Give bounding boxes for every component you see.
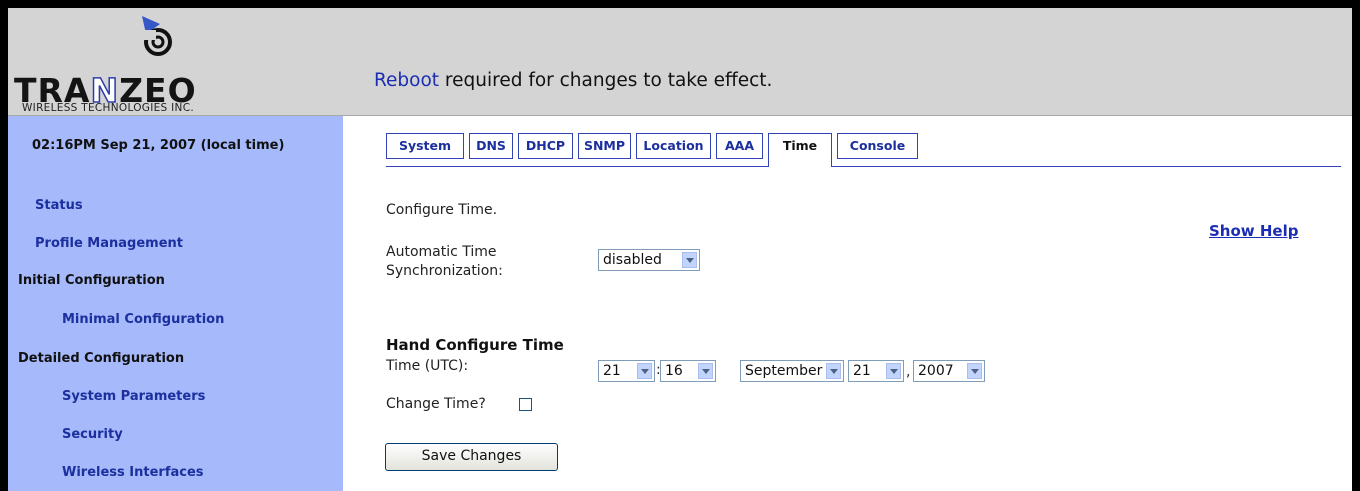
- auto-sync-label-line1: Automatic Time: [386, 244, 497, 260]
- tab-location[interactable]: Location: [636, 133, 711, 159]
- tab-console[interactable]: Console: [837, 133, 918, 159]
- auto-sync-label-line2: Synchronization:: [386, 263, 503, 279]
- auto-sync-value: disabled: [603, 252, 662, 268]
- page-frame: TRANZEO WIRELESS TECHNOLOGIES INC. Reboo…: [8, 8, 1352, 491]
- chevron-down-icon: [826, 363, 841, 379]
- date-comma: ,: [906, 364, 911, 380]
- chevron-down-icon: [967, 363, 982, 379]
- tab-aaa[interactable]: AAA: [716, 133, 763, 159]
- sidebar-category-initial-configuration[interactable]: Initial Configuration: [18, 273, 165, 288]
- tranzeo-logo: TRANZEO WIRELESS TECHNOLOGIES INC.: [14, 16, 286, 114]
- logo-mark-icon: [142, 16, 172, 56]
- hour-value: 21: [603, 363, 621, 379]
- intro-text: Configure Time.: [386, 202, 498, 218]
- tab-time[interactable]: Time: [768, 133, 832, 167]
- day-select[interactable]: 21: [848, 360, 904, 382]
- tab-snmp[interactable]: SNMP: [578, 133, 631, 159]
- logo-tagline: WIRELESS TECHNOLOGIES INC.: [22, 102, 194, 114]
- chevron-down-icon: [886, 363, 901, 379]
- tab-dhcp[interactable]: DHCP: [518, 133, 573, 159]
- sidebar: 02:16PM Sep 21, 2007 (local time) Status…: [8, 116, 343, 491]
- day-value: 21: [853, 363, 871, 379]
- month-select[interactable]: September: [740, 360, 844, 382]
- year-value: 2007: [918, 363, 954, 379]
- year-select[interactable]: 2007: [913, 360, 985, 382]
- sidebar-item-status[interactable]: Status: [35, 198, 83, 213]
- sidebar-item-security[interactable]: Security: [62, 427, 123, 442]
- save-changes-button[interactable]: Save Changes: [385, 443, 558, 471]
- minute-value: 16: [665, 363, 683, 379]
- tab-dns[interactable]: DNS: [469, 133, 513, 159]
- sidebar-item-wireless-interfaces[interactable]: Wireless Interfaces: [62, 465, 204, 480]
- chevron-down-icon: [698, 363, 713, 379]
- tab-bar-line: [386, 166, 1341, 167]
- reboot-notice: Reboot required for changes to take effe…: [374, 70, 772, 91]
- local-time-clock: 02:16PM Sep 21, 2007 (local time): [32, 138, 285, 153]
- month-value: September: [745, 363, 823, 379]
- hour-select[interactable]: 21: [598, 360, 655, 382]
- sidebar-item-system-parameters[interactable]: System Parameters: [62, 389, 205, 404]
- chevron-down-icon: [682, 252, 697, 268]
- auto-sync-select[interactable]: disabled: [598, 249, 700, 271]
- minute-select[interactable]: 16: [660, 360, 716, 382]
- hand-configure-heading: Hand Configure Time: [386, 336, 564, 354]
- tab-system[interactable]: System: [386, 133, 464, 159]
- change-time-checkbox[interactable]: [519, 398, 532, 411]
- reboot-link[interactable]: Reboot: [374, 70, 439, 91]
- header: TRANZEO WIRELESS TECHNOLOGIES INC. Reboo…: [8, 8, 1352, 116]
- sidebar-category-detailed-configuration[interactable]: Detailed Configuration: [18, 351, 184, 366]
- main-content: System DNS DHCP SNMP Location AAA Time C…: [343, 116, 1352, 491]
- reboot-notice-text: required for changes to take effect.: [439, 70, 773, 91]
- sidebar-item-minimal-configuration[interactable]: Minimal Configuration: [62, 312, 224, 327]
- time-utc-label: Time (UTC):: [386, 358, 469, 374]
- chevron-down-icon: [637, 363, 652, 379]
- change-time-label: Change Time?: [386, 396, 486, 412]
- show-help-link[interactable]: Show Help: [1209, 222, 1298, 240]
- sidebar-item-profile-management[interactable]: Profile Management: [35, 236, 183, 251]
